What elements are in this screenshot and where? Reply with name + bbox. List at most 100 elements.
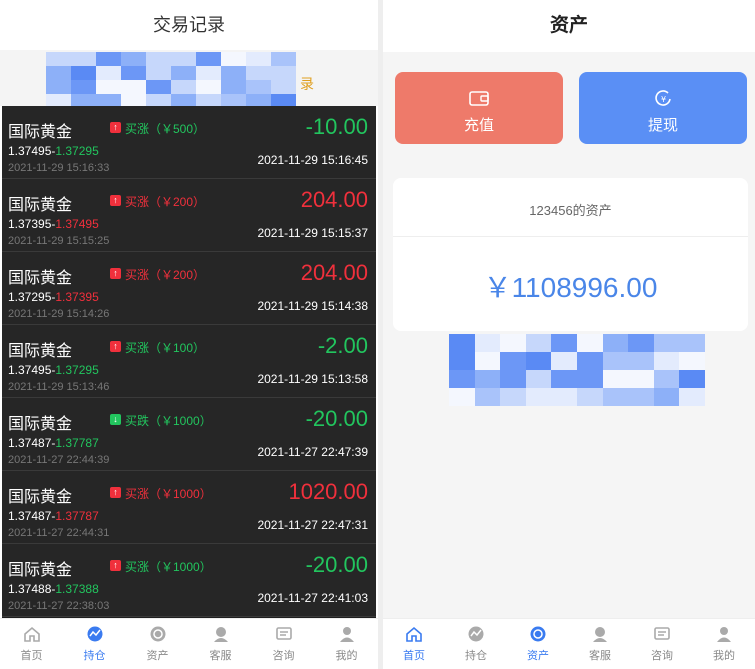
trade-direction: 买涨（￥100） [125,341,206,355]
open-time: 2021-11-29 15:13:46 [8,381,110,393]
page-title: 资产 [383,0,755,52]
open-time: 2021-11-27 22:44:31 [8,527,110,539]
price-range: 1.37495-1.37295 [8,144,99,158]
price-range: 1.37495-1.37295 [8,363,99,377]
price-range: 1.37488-1.37388 [8,582,99,596]
nav-item[interactable]: 我的 [315,619,378,669]
mosaic-block [679,352,705,370]
open-price: 1.37295- [8,290,56,304]
arrow-down-icon: ↓ [110,414,121,425]
close-time: 2021-11-29 15:13:58 [257,372,368,386]
nav-item[interactable]: 客服 [189,619,252,669]
nav-item[interactable]: 资产 [126,619,189,669]
mosaic-block [171,80,196,94]
nav-item[interactable]: 咨询 [631,619,693,669]
recharge-button[interactable]: 充值 [395,72,563,144]
mosaic-block [679,388,705,406]
asset-card: 123456的资产 ￥1108996.00 [393,178,748,331]
profit-amount: -10.00 [305,114,368,139]
mosaic-block [449,388,475,406]
nav-item[interactable]: 资产 [507,619,569,669]
nav-item[interactable]: 首页 [0,619,63,669]
mosaic-block [602,352,629,370]
page-title: 交易记录 [0,0,378,50]
mosaic-block [500,334,526,352]
asset-icon [530,626,546,642]
trade-row[interactable]: 国际黄金 ↑ 买涨（￥200） 204.00 1.37395-1.37495 2021-1… [2,179,376,252]
mosaic-block [221,66,246,80]
home-icon [23,626,40,642]
instrument-name: 国际黄金 [8,489,73,506]
nav-item[interactable]: 持仓 [63,619,126,669]
mosaic-block [96,80,121,94]
price-range: 1.37487-1.37787 [8,509,99,523]
close-time: 2021-11-27 22:47:31 [257,518,368,532]
mosaic-block [576,388,603,406]
close-price: 1.37388 [55,582,99,596]
arrow-up-icon: ↑ [110,341,121,352]
action-buttons: 充值 ¥ 提现 [395,72,749,144]
tab-records[interactable]: 录 [300,74,314,94]
arrow-up-icon: ↑ [110,268,121,279]
profit-amount: -20.00 [305,552,368,577]
trade-row[interactable]: 国际黄金 ↑ 买涨（￥1000） -20.00 1.37488-1.37388 2021-… [2,544,376,617]
mosaic-block [628,370,654,388]
mosaic-block [146,52,171,66]
mosaic-block [121,52,146,66]
mosaic-block [628,388,654,406]
trade-row[interactable]: 国际黄金 ↑ 买涨（￥200） 204.00 1.37295-1.37395 2021-1… [2,252,376,325]
mosaic-block [653,370,680,388]
close-time: 2021-11-29 15:15:37 [257,226,368,240]
mosaic-block [628,334,654,352]
nav-item[interactable]: 我的 [693,619,755,669]
mosaic-block [171,52,196,66]
bottom-nav: 首页 持仓 资产 客服 咨询 我的 [383,618,755,669]
nav-label: 咨询 [651,650,673,662]
trade-direction: 买跌（￥1000） [125,414,212,428]
trade-row[interactable]: 国际黄金 ↑ 买涨（￥500） -10.00 1.37495-1.37295 2021-1… [2,106,376,179]
mosaic-block [576,352,603,370]
trade-direction: 买涨（￥200） [125,195,206,209]
open-time: 2021-11-27 22:38:03 [8,600,110,612]
trade-row[interactable]: 国际黄金 ↑ 买涨（￥1000） 1020.00 1.37487-1.37787 2021… [2,471,376,544]
service-icon [213,627,228,642]
trade-row[interactable]: 国际黄金 ↑ 买涨（￥100） -2.00 1.37495-1.37295 2021-11… [2,325,376,398]
mosaic-block [525,334,552,352]
trade-direction: 买涨（￥1000） [125,487,212,501]
mosaic-block [449,334,475,352]
nav-item[interactable]: 首页 [383,619,445,669]
close-price: 1.37395 [55,290,99,304]
nav-item[interactable]: 客服 [569,619,631,669]
mosaic-block [551,370,577,388]
open-price: 1.37395- [8,217,56,231]
nav-label: 我的 [713,650,735,662]
mosaic-block [46,80,71,94]
nav-item[interactable]: 咨询 [252,619,315,669]
trade-direction: 买涨（￥1000） [125,560,212,574]
close-price: 1.37295 [55,363,99,377]
nav-label: 我的 [335,650,358,662]
nav-label: 咨询 [272,650,295,662]
withdraw-label: 提现 [647,117,678,134]
mosaic-block [71,80,96,94]
withdraw-button[interactable]: ¥ 提现 [579,72,747,144]
mosaic-block [500,388,526,406]
mosaic-block [246,80,271,94]
mosaic-block [679,370,705,388]
profit-amount: 1020.00 [288,479,368,504]
bottom-nav: 首页 持仓 资产 客服 咨询 我的 [0,618,378,669]
trade-list[interactable]: 国际黄金 ↑ 买涨（￥500） -10.00 1.37495-1.37295 2021-1… [2,106,376,618]
profit-amount: -20.00 [305,406,368,431]
user-icon [339,627,354,642]
trade-row[interactable]: 国际黄金 ↓ 买跌（￥1000） -20.00 1.37487-1.37787 2021-… [2,398,376,471]
asset-amount: ￥1108996.00 [483,272,658,303]
trade-records-screen: 交易记录 录 国际黄金 ↑ 买涨（￥500） -10.00 1.37495-1.3729… [0,0,378,669]
nav-label: 持仓 [465,650,487,662]
mosaic-block [46,52,71,66]
mosaic-block [146,80,171,94]
mosaic-block [271,66,296,80]
separator [393,236,748,237]
mosaic-block [628,352,654,370]
close-time: 2021-11-29 15:16:45 [257,153,368,167]
nav-item[interactable]: 持仓 [445,619,507,669]
